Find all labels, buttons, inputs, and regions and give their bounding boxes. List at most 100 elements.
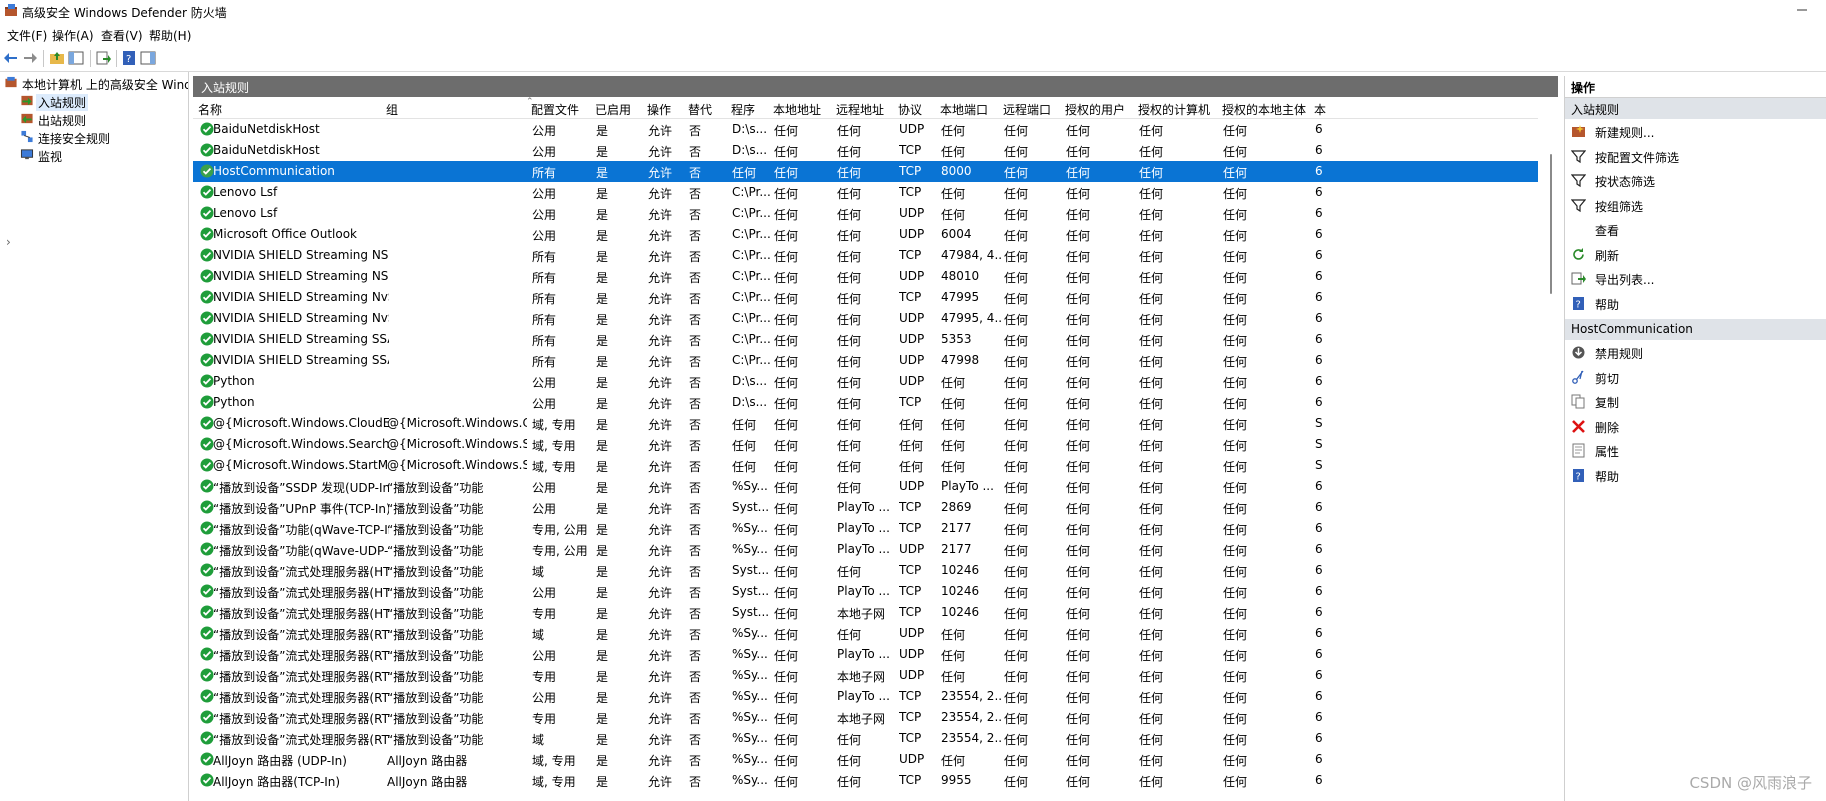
table-row[interactable]: “播放到设备”SSDP 发现(UDP-In) “播放到设备”功能 公用 是 允许 否 %Sy… [193,476,1538,497]
help-icon[interactable]: ? [121,50,137,66]
table-row[interactable]: AllJoyn 路由器(TCP-In) AllJoyn 路由器 域, 专用 是 允许 否%… [193,770,1538,791]
table-row[interactable]: @{Microsoft.Windows.CloudExperien...@{Mi… [193,413,1538,434]
cell-more: 6 [1315,290,1323,304]
column-header-protocol[interactable]: 协议 [898,101,922,118]
cell-remote-address: 任何 [837,775,862,789]
table-row[interactable]: BaiduNetdiskHost 公用 是 允许 否 D:\s... 任何 任何 TCP 任何 任何… [193,140,1538,161]
table-row[interactable]: BaiduNetdiskHost 公用 是 允许 否 D:\s... 任何 任何 UDP 任何 任何… [193,119,1538,140]
table-row[interactable]: NVIDIA SHIELD Streaming NSS TCP E... 所有 是 允… [193,245,1538,266]
column-header-authorized-users[interactable]: 授权的用户 [1065,101,1125,118]
column-header-authorized-computers[interactable]: 授权的计算机 [1138,101,1210,118]
table-row[interactable]: Microsoft Office Outlook 公用是允许否 C:\Pr... 任何… [193,224,1538,245]
column-header-remote-port[interactable]: 远程端口 [1003,101,1051,118]
table-row[interactable]: “播放到设备”流式处理服务器(RTCP-Stre...“播放到设备”功能 公用 是 允… [193,644,1538,665]
table-row[interactable]: “播放到设备”流式处理服务器(RTSP-Stre...“播放到设备”功能 专用 是 允… [193,707,1538,728]
action-item[interactable]: 复制 [1565,389,1826,413]
scroll-thumb[interactable] [1550,154,1552,294]
cell-authorized-local-principals: 任何 [1223,691,1248,705]
cell-name: “播放到设备”流式处理服务器(RTCP-Stre... [213,670,389,684]
action-item[interactable]: 刷新 [1565,242,1826,266]
table-row[interactable]: “播放到设备”流式处理服务器(RTCP-Stre...“播放到设备”功能 专用 是 允… [193,665,1538,686]
action-item[interactable]: 属性 [1565,438,1826,462]
cell-local-port: 任何 [941,124,966,138]
table-row[interactable]: “播放到设备”流式处理服务器(HTTP-Stre...“播放到设备”功能 专用 是 允… [193,602,1538,623]
export-list-icon[interactable] [95,50,111,66]
chevron-right-icon[interactable]: › [6,235,11,249]
column-header-authorized-local-principals[interactable]: 授权的本地主体 [1222,101,1306,118]
menu-file[interactable]: 文件(F) [7,27,47,44]
table-row[interactable]: NVIDIA SHIELD Streaming NvStream... 所有 是 允许… [193,287,1538,308]
cell-name: Python [213,395,255,409]
up-folder-icon[interactable] [49,50,65,66]
action-item[interactable]: 新建规则... [1565,119,1826,143]
cell-local-address: 任何 [774,250,799,264]
cell-local-address: 任何 [774,334,799,348]
column-header-name[interactable]: 名称 [198,101,222,118]
column-header-action[interactable]: 操作 [647,101,671,118]
column-header-profile[interactable]: 配置文件 [531,101,579,118]
column-header-remote-address[interactable]: 远程地址 [836,101,884,118]
menu-view[interactable]: 查看(V) [101,27,143,44]
action-item[interactable]: 查看 [1565,217,1826,241]
cell-remote-address: 任何 [837,355,862,369]
cell-more: 6 [1315,248,1323,262]
table-row[interactable]: NVIDIA SHIELD Streaming NSS UDP ... 所有 是 允许… [193,266,1538,287]
cell-protocol: UDP [899,542,925,556]
action-item[interactable]: 导出列表... [1565,266,1826,290]
back-arrow-icon[interactable] [3,50,19,66]
column-header-program[interactable]: 程序 [731,101,755,118]
action-item[interactable]: 按组筛选 [1565,193,1826,217]
column-header-local-address[interactable]: 本地地址 [773,101,821,118]
table-row[interactable]: @{Microsoft.Windows.Search_1.16.0....@{M… [193,434,1538,455]
cell-remote-address: 任何 [837,460,862,474]
cell-authorized-local-principals: 任何 [1223,229,1248,243]
cell-program: %Sy... [732,773,768,787]
action-item[interactable]: 删除 [1565,414,1826,438]
cell-action: 允许 [648,292,673,306]
table-row[interactable]: Python 公用 是 允许 否 D:\s... 任何 任何 UDP 任何 任何 任何 任何 任何 6 [193,371,1538,392]
table-row[interactable]: “播放到设备”流式处理服务器(RTCP-Stre...“播放到设备”功能 域 是 允许… [193,623,1538,644]
menu-help[interactable]: 帮助(H) [149,27,191,44]
action-item[interactable]: 禁用规则 [1565,340,1826,364]
column-header-enabled[interactable]: 已启用 [595,101,631,118]
table-row[interactable]: NVIDIA SHIELD Streaming SSAS UDP... 所有 是 允许… [193,329,1538,350]
table-row[interactable]: Lenovo Lsf 公用是允许否 C:\Pr... 任何 任何 TCP 任何 任何 任何 任何任… [193,182,1538,203]
table-row[interactable]: “播放到设备”功能(qWave-UDP-In) “播放到设备”功能 专用, 公用是 允… [193,539,1538,560]
cell-name: @{Microsoft.Windows.Search_1.16.0.... [213,437,389,451]
cell-name: Lenovo Lsf [213,206,278,220]
table-row[interactable]: “播放到设备”UPnP 事件(TCP-In) “播放到设备”功能 公用 是 允许 否 Sys… [193,497,1538,518]
action-item[interactable]: 按配置文件筛选 [1565,144,1826,168]
table-row[interactable]: “播放到设备”流式处理服务器(RTSP-Stre...“播放到设备”功能 域 是 允许… [193,728,1538,749]
action-item[interactable]: ? 帮助 [1565,291,1826,315]
action-item[interactable]: 按状态筛选 [1565,168,1826,192]
cell-remote-port: 任何 [1004,670,1029,684]
cell-override: 否 [689,208,702,222]
table-row[interactable]: AllJoyn 路由器 (UDP-In) AllJoyn 路由器 域, 专用 是 允许 否… [193,749,1538,770]
vertical-scrollbar[interactable] [1544,118,1558,801]
column-header-group[interactable]: 组 [386,101,398,118]
column-header-local-port[interactable]: 本地端口 [940,101,988,118]
table-row[interactable]: NVIDIA SHIELD Streaming SSAU UDP... 所有 是 允许… [193,350,1538,371]
column-header-more[interactable]: 本 [1314,101,1326,118]
minimize-icon[interactable] [1792,0,1812,20]
action-pane-icon[interactable] [140,50,156,66]
action-item[interactable]: ? 帮助 [1565,463,1826,487]
table-row[interactable]: NVIDIA SHIELD Streaming NvStream... 所有 是 允许… [193,308,1538,329]
table-row[interactable]: @{Microsoft.Windows.StartMenuExp...@{Mic… [193,455,1538,476]
cell-remote-address: 任何 [837,124,862,138]
table-row[interactable]: “播放到设备”流式处理服务器(HTTP-Stre...“播放到设备”功能 域 是 允许… [193,560,1538,581]
column-header-override[interactable]: 替代 [688,101,712,118]
table-row[interactable]: Lenovo Lsf 公用是允许否 C:\Pr... 任何 任何 UDP 任何 任何 任何 任何任… [193,203,1538,224]
cell-authorized-users: 任何 [1066,334,1091,348]
table-row[interactable]: Python 公用 是 允许 否 D:\s... 任何 任何 TCP 任何 任何 任何 任何 任何 6 [193,392,1538,413]
action-item[interactable]: 剪切 [1565,365,1826,389]
table-row[interactable]: HostCommunication 所有 是 允许 否 任何 任何 任何 TCP 8000 任何 任何… [193,161,1538,182]
table-row[interactable]: “播放到设备”流式处理服务器(HTTP-Stre...“播放到设备”功能 公用 是 允… [193,581,1538,602]
forward-arrow-icon[interactable] [22,50,38,66]
table-row[interactable]: “播放到设备”流式处理服务器(RTSP-Stre...“播放到设备”功能 公用 是 允… [193,686,1538,707]
cell-authorized-computers: 任何 [1139,460,1164,474]
show-hide-tree-icon[interactable] [68,50,84,66]
menu-action[interactable]: 操作(A) [52,27,94,44]
cell-more: 6 [1315,395,1323,409]
table-row[interactable]: “播放到设备”功能(qWave-TCP-In) “播放到设备”功能 专用, 公用是 允… [193,518,1538,539]
